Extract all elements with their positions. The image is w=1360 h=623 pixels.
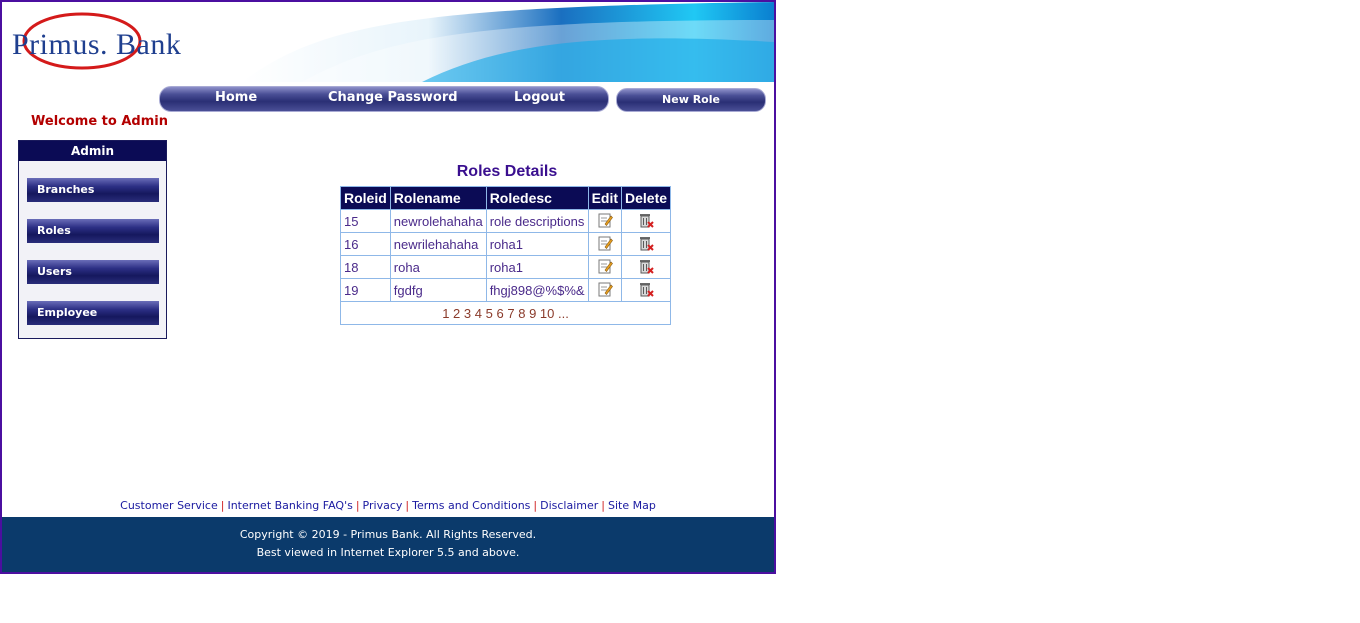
nav-change-password-link[interactable]: Change Password: [328, 90, 458, 105]
link-separator: |: [601, 499, 606, 512]
role-desc: roha1: [485, 255, 589, 279]
delete-icon[interactable]: [637, 280, 655, 298]
page-link-1[interactable]: 1: [442, 306, 449, 321]
sidebar-item-label: Roles: [37, 224, 71, 237]
page-link-9[interactable]: 9: [529, 306, 536, 321]
roles-table: Roleid Rolename Roledesc Edit Delete 15 …: [339, 186, 672, 325]
header-delete: Delete: [621, 186, 672, 210]
top-nav-bar: Home Change Password Logout: [159, 86, 609, 112]
role-id: 15: [340, 209, 391, 233]
page-link-8[interactable]: 8: [518, 306, 525, 321]
nav-home-link[interactable]: Home: [215, 90, 257, 105]
page-link-7[interactable]: 7: [507, 306, 514, 321]
footer-link-privacy[interactable]: Privacy: [363, 499, 403, 512]
header-banner: Primus. Bank: [2, 2, 774, 82]
new-role-label: New Role: [662, 93, 720, 106]
new-role-button[interactable]: New Role: [616, 88, 766, 112]
page-link-4[interactable]: 4: [475, 306, 482, 321]
footer-bar: Copyright © 2019 - Primus Bank. All Righ…: [2, 517, 774, 572]
role-name: fgdfg: [389, 278, 487, 302]
footer-link-customer-service[interactable]: Customer Service: [120, 499, 218, 512]
link-separator: |: [405, 499, 410, 512]
role-desc: fhgj898@%$%&: [485, 278, 589, 302]
delete-icon[interactable]: [637, 257, 655, 275]
edit-icon[interactable]: [597, 212, 613, 228]
footer-link-sitemap[interactable]: Site Map: [608, 499, 656, 512]
page-link-10[interactable]: 10: [540, 306, 554, 321]
delete-cell: [621, 255, 672, 279]
sidebar-item-employee[interactable]: Employee: [27, 301, 159, 325]
page-link-6[interactable]: 6: [496, 306, 503, 321]
footer-links: Customer Service | Internet Banking FAQ's |…: [2, 499, 774, 512]
delete-cell: [621, 209, 672, 233]
header-rolename: Rolename: [389, 186, 487, 210]
table-row: 19 fgdfg fhgj898@%$%&: [340, 278, 672, 302]
footer-link-terms[interactable]: Terms and Conditions: [412, 499, 530, 512]
header-roleid: Roleid: [340, 186, 391, 210]
role-desc: roha1: [485, 232, 589, 256]
link-separator: |: [220, 499, 225, 512]
delete-icon[interactable]: [637, 234, 655, 252]
welcome-text: Welcome to Admin: [31, 114, 168, 129]
sidebar-item-label: Employee: [37, 306, 98, 319]
pagination-row: 1 2 3 4 5 6 7 8 9 10 ...: [339, 301, 672, 325]
role-id: 16: [340, 232, 391, 256]
browser-note: Best viewed in Internet Explorer 5.5 and…: [256, 546, 520, 559]
role-id: 19: [340, 278, 391, 302]
header-edit: Edit: [587, 186, 623, 210]
edit-cell: [587, 209, 623, 233]
role-id: 18: [340, 255, 391, 279]
page-link-5[interactable]: 5: [486, 306, 493, 321]
edit-cell: [587, 278, 623, 302]
edit-icon[interactable]: [597, 235, 613, 251]
nav-logout-link[interactable]: Logout: [514, 90, 565, 105]
role-name: roha: [389, 255, 487, 279]
table-header-row: Roleid Rolename Roledesc Edit Delete: [340, 186, 672, 210]
sidebar-item-branches[interactable]: Branches: [27, 178, 159, 202]
table-row: 18 roha roha1: [340, 255, 672, 279]
delete-cell: [621, 278, 672, 302]
page-frame: Primus. Bank Home Change Password Logout…: [0, 0, 776, 574]
sidebar-title: Admin: [19, 141, 166, 161]
roles-title: Roles Details: [456, 163, 558, 180]
pagination: 1 2 3 4 5 6 7 8 9 10 ...: [339, 301, 672, 325]
brand-name: Primus. Bank: [12, 28, 182, 61]
primus-bank-logo: Primus. Bank: [10, 10, 215, 76]
edit-icon[interactable]: [597, 258, 613, 274]
role-desc: role descriptions: [485, 209, 589, 233]
delete-cell: [621, 232, 672, 256]
link-separator: |: [355, 499, 360, 512]
admin-sidebar: Admin Branches Roles Users Employee: [18, 140, 167, 339]
table-row: 16 newrilehahaha roha1: [340, 232, 672, 256]
page-link-more[interactable]: ...: [558, 306, 569, 321]
role-name: newrilehahaha: [389, 232, 487, 256]
copyright-text: Copyright © 2019 - Primus Bank. All Righ…: [239, 528, 537, 541]
table-row: 15 newrolehahaha role descriptions: [340, 209, 672, 233]
link-separator: |: [533, 499, 538, 512]
page-link-3[interactable]: 3: [464, 306, 471, 321]
edit-icon[interactable]: [597, 281, 613, 297]
page-link-2[interactable]: 2: [453, 306, 460, 321]
sidebar-item-label: Users: [37, 265, 72, 278]
delete-icon[interactable]: [637, 211, 655, 229]
edit-cell: [587, 232, 623, 256]
sidebar-item-label: Branches: [37, 183, 95, 196]
footer-link-disclaimer[interactable]: Disclaimer: [540, 499, 598, 512]
header-roledesc: Roledesc: [485, 186, 589, 210]
sidebar-item-roles[interactable]: Roles: [27, 219, 159, 243]
edit-cell: [587, 255, 623, 279]
sidebar-item-users[interactable]: Users: [27, 260, 159, 284]
footer-link-faq[interactable]: Internet Banking FAQ's: [227, 499, 352, 512]
role-name: newrolehahaha: [389, 209, 487, 233]
